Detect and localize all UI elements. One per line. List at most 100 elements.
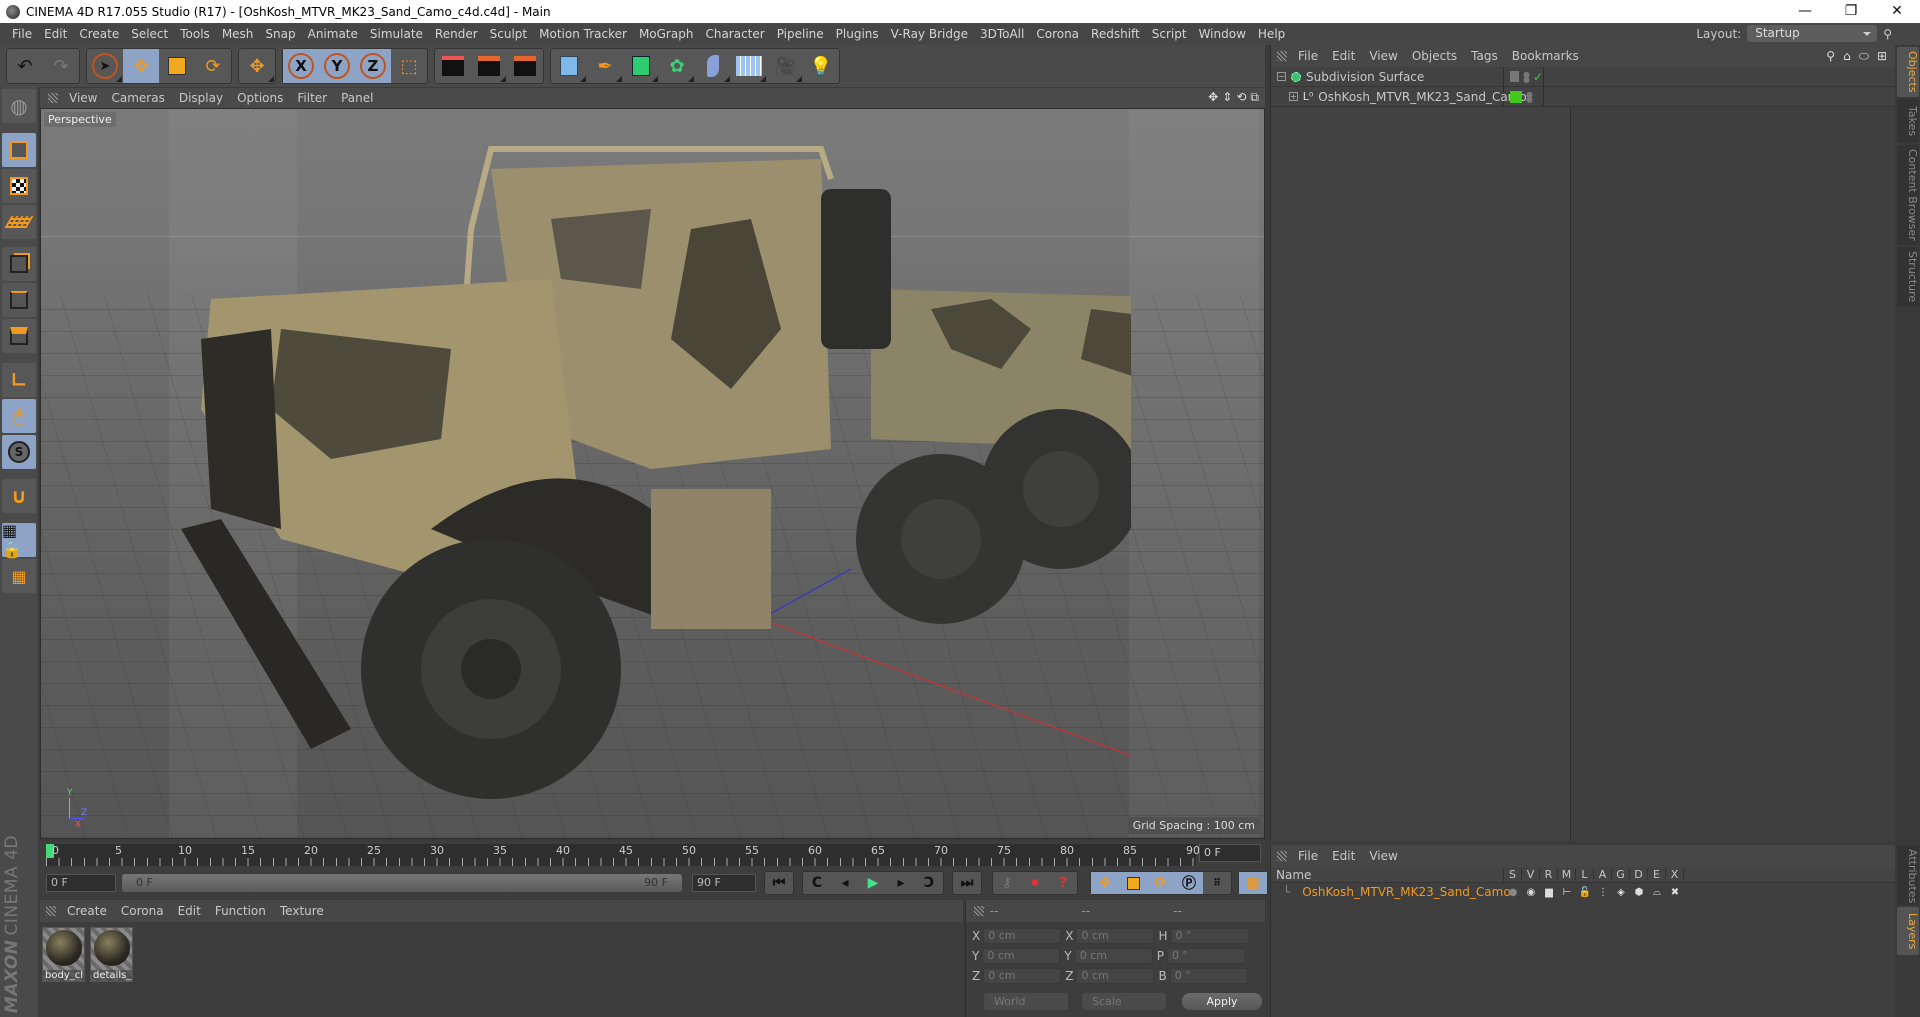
layer-color-swatch[interactable] — [1510, 90, 1522, 103]
menu-script[interactable]: Script — [1146, 27, 1193, 41]
material-swatch[interactable]: details_ — [90, 927, 133, 982]
panel-grip-icon[interactable] — [48, 93, 58, 103]
current-frame-field[interactable]: 0 F — [1199, 844, 1261, 862]
next-frame-button[interactable]: ▸ — [887, 872, 915, 894]
menu-edit[interactable]: Edit — [38, 27, 73, 41]
view-eye-icon[interactable]: ◉ — [1522, 887, 1540, 898]
add-cloner-button[interactable]: ✿ — [659, 49, 695, 83]
deformer-icon[interactable]: ⬢ — [1630, 887, 1648, 898]
render-clapboard-icon[interactable]: ▆ — [1540, 887, 1558, 898]
size-y-field[interactable]: 0 cm — [1074, 948, 1153, 964]
coordinate-mode-dropdown[interactable]: World — [984, 993, 1068, 1010]
lm-menu-file[interactable]: File — [1291, 849, 1325, 863]
add-cube-button[interactable] — [551, 49, 587, 83]
end-frame-field[interactable]: 90 F — [692, 874, 756, 892]
magnet-button[interactable]: ∪ — [2, 479, 36, 513]
edges-mode-button[interactable] — [2, 283, 36, 317]
menu-help[interactable]: Help — [1252, 27, 1291, 41]
visibility-dots-icon[interactable]: ● ● — [1526, 90, 1533, 103]
previous-key-button[interactable]: C — [803, 872, 831, 894]
new-panel-icon[interactable]: ⊞ — [1877, 49, 1887, 64]
snap-button[interactable]: S — [2, 435, 36, 469]
visibility-dots-icon[interactable]: ● ● — [1523, 70, 1530, 83]
menu-pipeline[interactable]: Pipeline — [771, 27, 830, 41]
viewport-menu-view[interactable]: View — [62, 91, 104, 105]
tab-takes[interactable]: Takes — [1897, 99, 1919, 143]
home-icon[interactable]: ⌂ — [1843, 49, 1851, 64]
menu-tools[interactable]: Tools — [174, 27, 216, 41]
layer-row[interactable]: └ OshKosh_MTVR_MK23_Sand_Camo ● ◉ ▆ ⊢ 🔓 … — [1271, 883, 1895, 901]
menu-sculpt[interactable]: Sculpt — [484, 27, 533, 41]
expression-icon[interactable]: ⌓ — [1648, 887, 1666, 898]
render-settings-button[interactable] — [507, 49, 543, 83]
undo-button[interactable]: ↶ — [7, 49, 43, 83]
x-axis-lock-button[interactable]: X — [283, 49, 319, 83]
tab-objects[interactable]: Objects — [1897, 47, 1919, 97]
menu-plugins[interactable]: Plugins — [830, 27, 885, 41]
make-editable-button[interactable]: ◍ — [2, 89, 36, 123]
object-row[interactable]: + L⁰ OshKosh_MTVR_MK23_Sand_Camo ● ● — [1271, 87, 1896, 107]
transform-tool-button[interactable]: ✥ — [239, 49, 275, 83]
tweak-mode-button[interactable]: 🖱 — [2, 399, 36, 433]
previous-frame-button[interactable]: ◂ — [831, 872, 859, 894]
tab-content-browser[interactable]: Content Browser — [1897, 145, 1919, 245]
axis-mode-button[interactable]: ∟ — [2, 363, 36, 397]
om-menu-view[interactable]: View — [1362, 49, 1404, 63]
key-position-button[interactable]: ✥ — [1091, 872, 1119, 894]
object-name[interactable]: OshKosh_MTVR_MK23_Sand_Camo — [1318, 90, 1526, 104]
workplane-mode-button[interactable] — [2, 205, 36, 239]
position-x-field[interactable]: 0 cm — [983, 928, 1062, 944]
rotation-h-field[interactable]: 0 ° — [1170, 928, 1249, 944]
manager-hierarchy-icon[interactable]: ⊢ — [1558, 887, 1576, 898]
rotation-b-field[interactable]: 0 ° — [1169, 968, 1248, 984]
points-mode-button[interactable] — [2, 247, 36, 281]
rotate-tool-button[interactable]: ⟳ — [195, 49, 231, 83]
menu-simulate[interactable]: Simulate — [364, 27, 429, 41]
om-menu-objects[interactable]: Objects — [1405, 49, 1464, 63]
material-swatch[interactable]: body_cl — [42, 927, 85, 982]
menu-redshift[interactable]: Redshift — [1085, 27, 1146, 41]
timeline-ruler[interactable]: 0 5 10 15 20 25 30 35 40 45 50 55 60 65 70 75 80 85 90 — [46, 844, 1200, 866]
mat-menu-create[interactable]: Create — [60, 904, 114, 918]
search-icon[interactable]: ⚲ — [1826, 49, 1835, 64]
minimize-button[interactable]: — — [1782, 0, 1828, 23]
viewport-menu-cameras[interactable]: Cameras — [104, 91, 171, 105]
live-selection-button[interactable]: ➤ — [87, 49, 123, 83]
panel-grip-icon[interactable] — [1277, 851, 1287, 861]
tab-attributes[interactable]: Attributes — [1897, 845, 1919, 905]
lock-workplane-button[interactable]: ▦🔒 — [2, 521, 36, 559]
om-menu-tags[interactable]: Tags — [1464, 49, 1505, 63]
menu-vray-bridge[interactable]: V-Ray Bridge — [885, 27, 974, 41]
add-subdivision-surface-button[interactable] — [623, 49, 659, 83]
enabled-check-icon[interactable]: ✓ — [1533, 70, 1543, 84]
mat-menu-corona[interactable]: Corona — [114, 904, 171, 918]
size-x-field[interactable]: 0 cm — [1076, 928, 1155, 944]
menu-motion-tracker[interactable]: Motion Tracker — [533, 27, 633, 41]
lock-open-icon[interactable]: 🔓 — [1576, 887, 1594, 898]
key-parameter-button[interactable]: Ⓟ — [1175, 872, 1203, 894]
motion-record-button[interactable]: ⚷ — [993, 872, 1021, 894]
add-floor-button[interactable] — [731, 49, 767, 83]
workplane-align-button[interactable]: ▦ — [2, 559, 36, 593]
render-picture-viewer-button[interactable] — [471, 49, 507, 83]
start-frame-field[interactable]: 0 F — [46, 874, 116, 892]
key-scale-button[interactable] — [1119, 872, 1147, 894]
expand-icon[interactable]: + — [1289, 92, 1298, 101]
z-axis-lock-button[interactable]: Z — [355, 49, 391, 83]
truck-model[interactable] — [131, 109, 1131, 839]
add-camera-button[interactable]: 🎥 — [767, 49, 803, 83]
polygons-mode-button[interactable] — [2, 319, 36, 353]
panel-grip-icon[interactable] — [1277, 51, 1287, 61]
om-menu-file[interactable]: File — [1291, 49, 1325, 63]
position-y-field[interactable]: 0 cm — [982, 948, 1061, 964]
viewport-menu-panel[interactable]: Panel — [334, 91, 380, 105]
menu-mesh[interactable]: Mesh — [216, 27, 260, 41]
menu-character[interactable]: Character — [699, 27, 770, 41]
next-key-button[interactable]: Ↄ — [915, 872, 943, 894]
record-active-objects-button[interactable]: ⏺ — [1021, 872, 1049, 894]
menu-create[interactable]: Create — [73, 27, 125, 41]
maximize-view-icon[interactable]: ⧉ — [1250, 90, 1259, 105]
add-light-button[interactable]: 💡 — [803, 49, 839, 83]
generator-icon[interactable]: ◈ — [1612, 887, 1630, 898]
mat-menu-function[interactable]: Function — [208, 904, 273, 918]
